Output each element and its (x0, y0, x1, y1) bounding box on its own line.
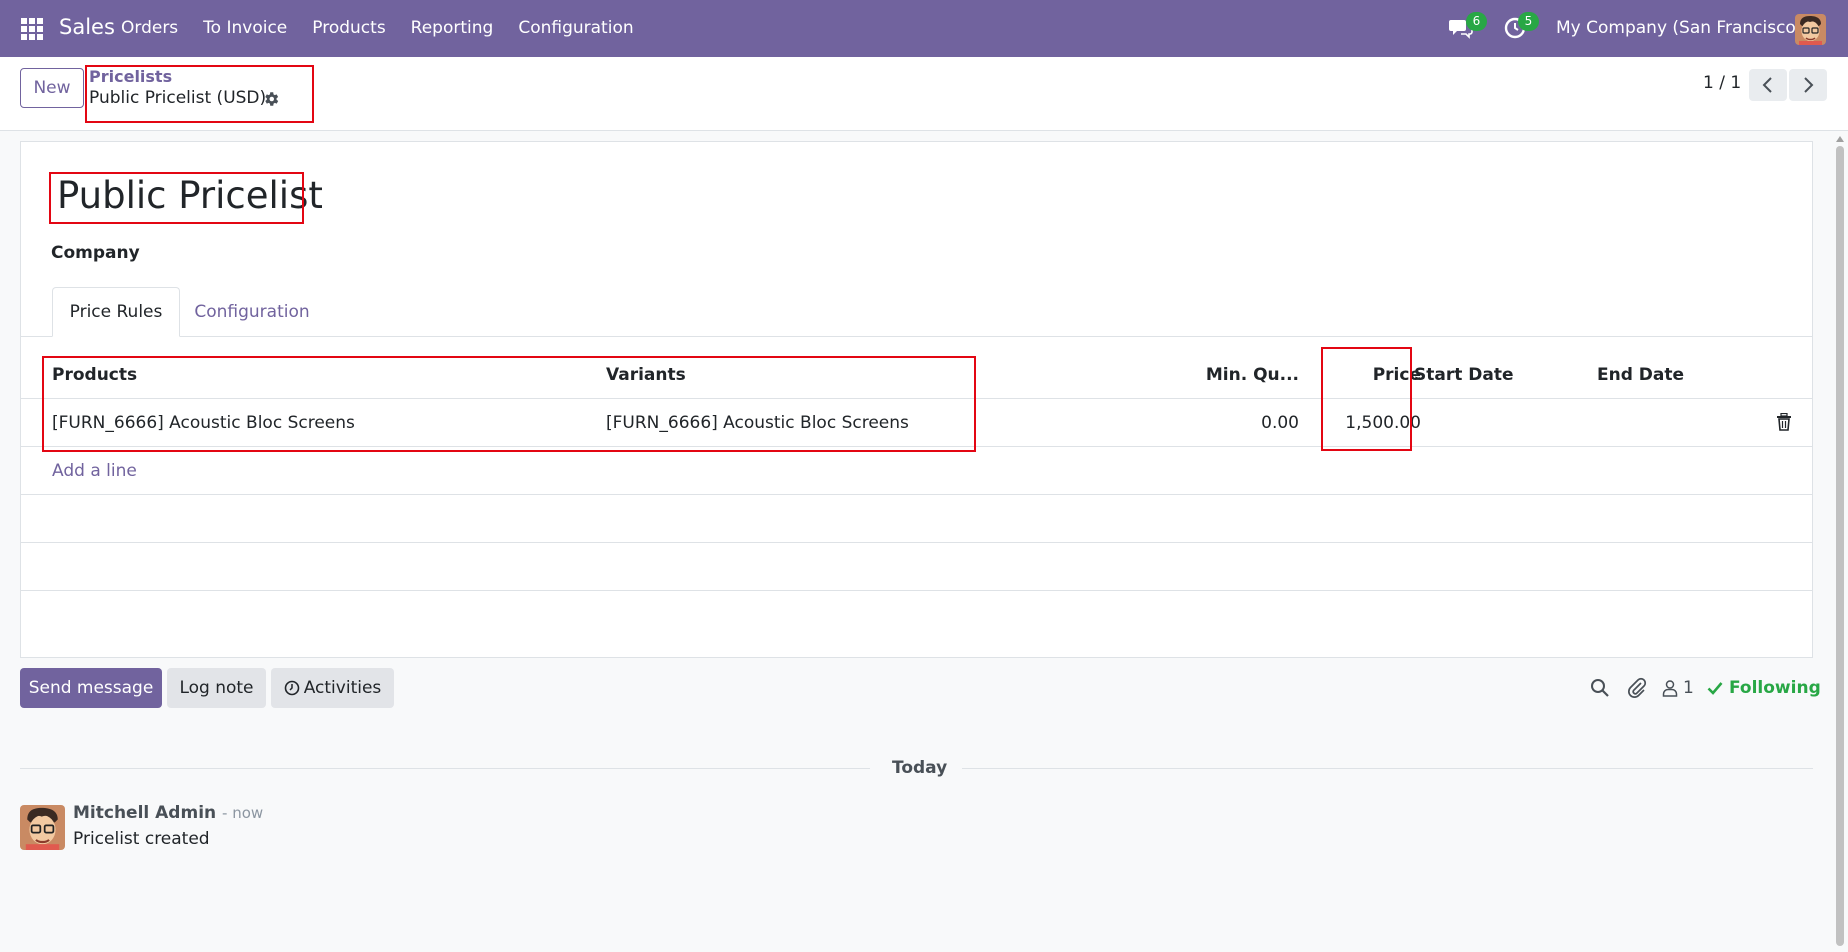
pager-value[interactable]: 1 / 1 (1703, 73, 1741, 93)
column-variants[interactable]: Variants (606, 351, 686, 399)
new-button[interactable]: New (20, 68, 84, 108)
following-label: Following (1729, 678, 1821, 698)
messages-badge: 6 (1466, 12, 1487, 31)
gear-icon[interactable] (262, 90, 280, 108)
page-scrollbar[interactable] (1834, 134, 1846, 952)
followers-count: 1 (1683, 678, 1694, 698)
breadcrumb-pricelists[interactable]: Pricelists (89, 67, 172, 86)
column-min-qty[interactable]: Min. Qu... (1171, 351, 1299, 399)
search-icon[interactable] (1589, 677, 1611, 699)
row-variant[interactable]: [FURN_6666] Acoustic Bloc Screens (606, 399, 909, 447)
user-avatar[interactable] (1795, 14, 1826, 45)
column-start-date[interactable]: Start Date (1414, 351, 1514, 399)
menu-to-invoice[interactable]: To Invoice (203, 18, 287, 38)
message-time: - now (222, 804, 264, 822)
menu-reporting[interactable]: Reporting (411, 18, 494, 38)
empty-row (21, 495, 1812, 543)
add-line-link[interactable]: Add a line (52, 447, 137, 495)
date-separator: Today (892, 758, 948, 778)
apps-menu-icon[interactable] (21, 18, 43, 40)
tab-price-rules[interactable]: Price Rules (52, 287, 180, 337)
send-message-button[interactable]: Send message (20, 668, 162, 708)
control-panel: New Pricelists Public Pricelist (USD) 1 … (0, 57, 1848, 131)
date-separator-line (20, 768, 870, 769)
following-button[interactable]: Following (1707, 678, 1821, 698)
column-price[interactable]: Price (1321, 351, 1421, 399)
menu-configuration[interactable]: Configuration (518, 18, 633, 38)
message-author[interactable]: Mitchell Admin - now (73, 803, 263, 823)
clock-icon (284, 680, 300, 696)
followers-button[interactable]: 1 (1661, 678, 1694, 698)
row-product[interactable]: [FURN_6666] Acoustic Bloc Screens (52, 399, 355, 447)
pager-previous-button[interactable] (1749, 69, 1787, 101)
menu-products[interactable]: Products (312, 18, 385, 38)
column-end-date[interactable]: End Date (1597, 351, 1684, 399)
trash-icon[interactable] (1776, 413, 1792, 431)
log-note-button[interactable]: Log note (167, 668, 266, 708)
column-products[interactable]: Products (52, 351, 137, 399)
company-field-label: Company (51, 243, 140, 263)
paperclip-icon[interactable] (1626, 677, 1648, 699)
breadcrumb-current-record: Public Pricelist (USD) (89, 88, 267, 108)
activities-badge: 5 (1518, 12, 1539, 31)
menu-orders[interactable]: Orders (121, 18, 178, 38)
add-line-row: Add a line (21, 447, 1812, 495)
chevron-right-icon (1804, 77, 1814, 93)
form-sheet: Public Pricelist Company Price Rules Con… (20, 141, 1813, 658)
pager-next-button[interactable] (1789, 69, 1827, 101)
message-author-name[interactable]: Mitchell Admin (73, 803, 216, 823)
activities-label: Activities (303, 678, 382, 698)
row-price[interactable]: 1,500.00 (1321, 399, 1421, 447)
user-icon (1662, 680, 1678, 697)
message-body: Pricelist created (73, 829, 210, 849)
table-row[interactable]: [FURN_6666] Acoustic Bloc Screens [FURN_… (21, 399, 1812, 447)
tab-configuration[interactable]: Configuration (180, 287, 324, 337)
main-menu: Orders To Invoice Products Reporting Con… (121, 18, 659, 38)
check-icon (1707, 682, 1723, 695)
notebook-tabs: Price Rules Configuration (21, 287, 1812, 337)
price-rules-header: Products Variants Min. Qu... Price Start… (21, 351, 1812, 399)
activities-button[interactable]: Activities (271, 668, 394, 708)
pricelist-name[interactable]: Public Pricelist (57, 174, 323, 217)
top-navbar: Sales Orders To Invoice Products Reporti… (0, 0, 1848, 57)
date-separator-line (962, 768, 1813, 769)
app-brand[interactable]: Sales (59, 15, 115, 39)
company-switcher[interactable]: My Company (San Francisco) (1556, 18, 1802, 38)
message-author-avatar[interactable] (20, 805, 65, 850)
row-min-qty[interactable]: 0.00 (1171, 399, 1299, 447)
chevron-left-icon (1762, 77, 1772, 93)
empty-row (21, 543, 1812, 591)
